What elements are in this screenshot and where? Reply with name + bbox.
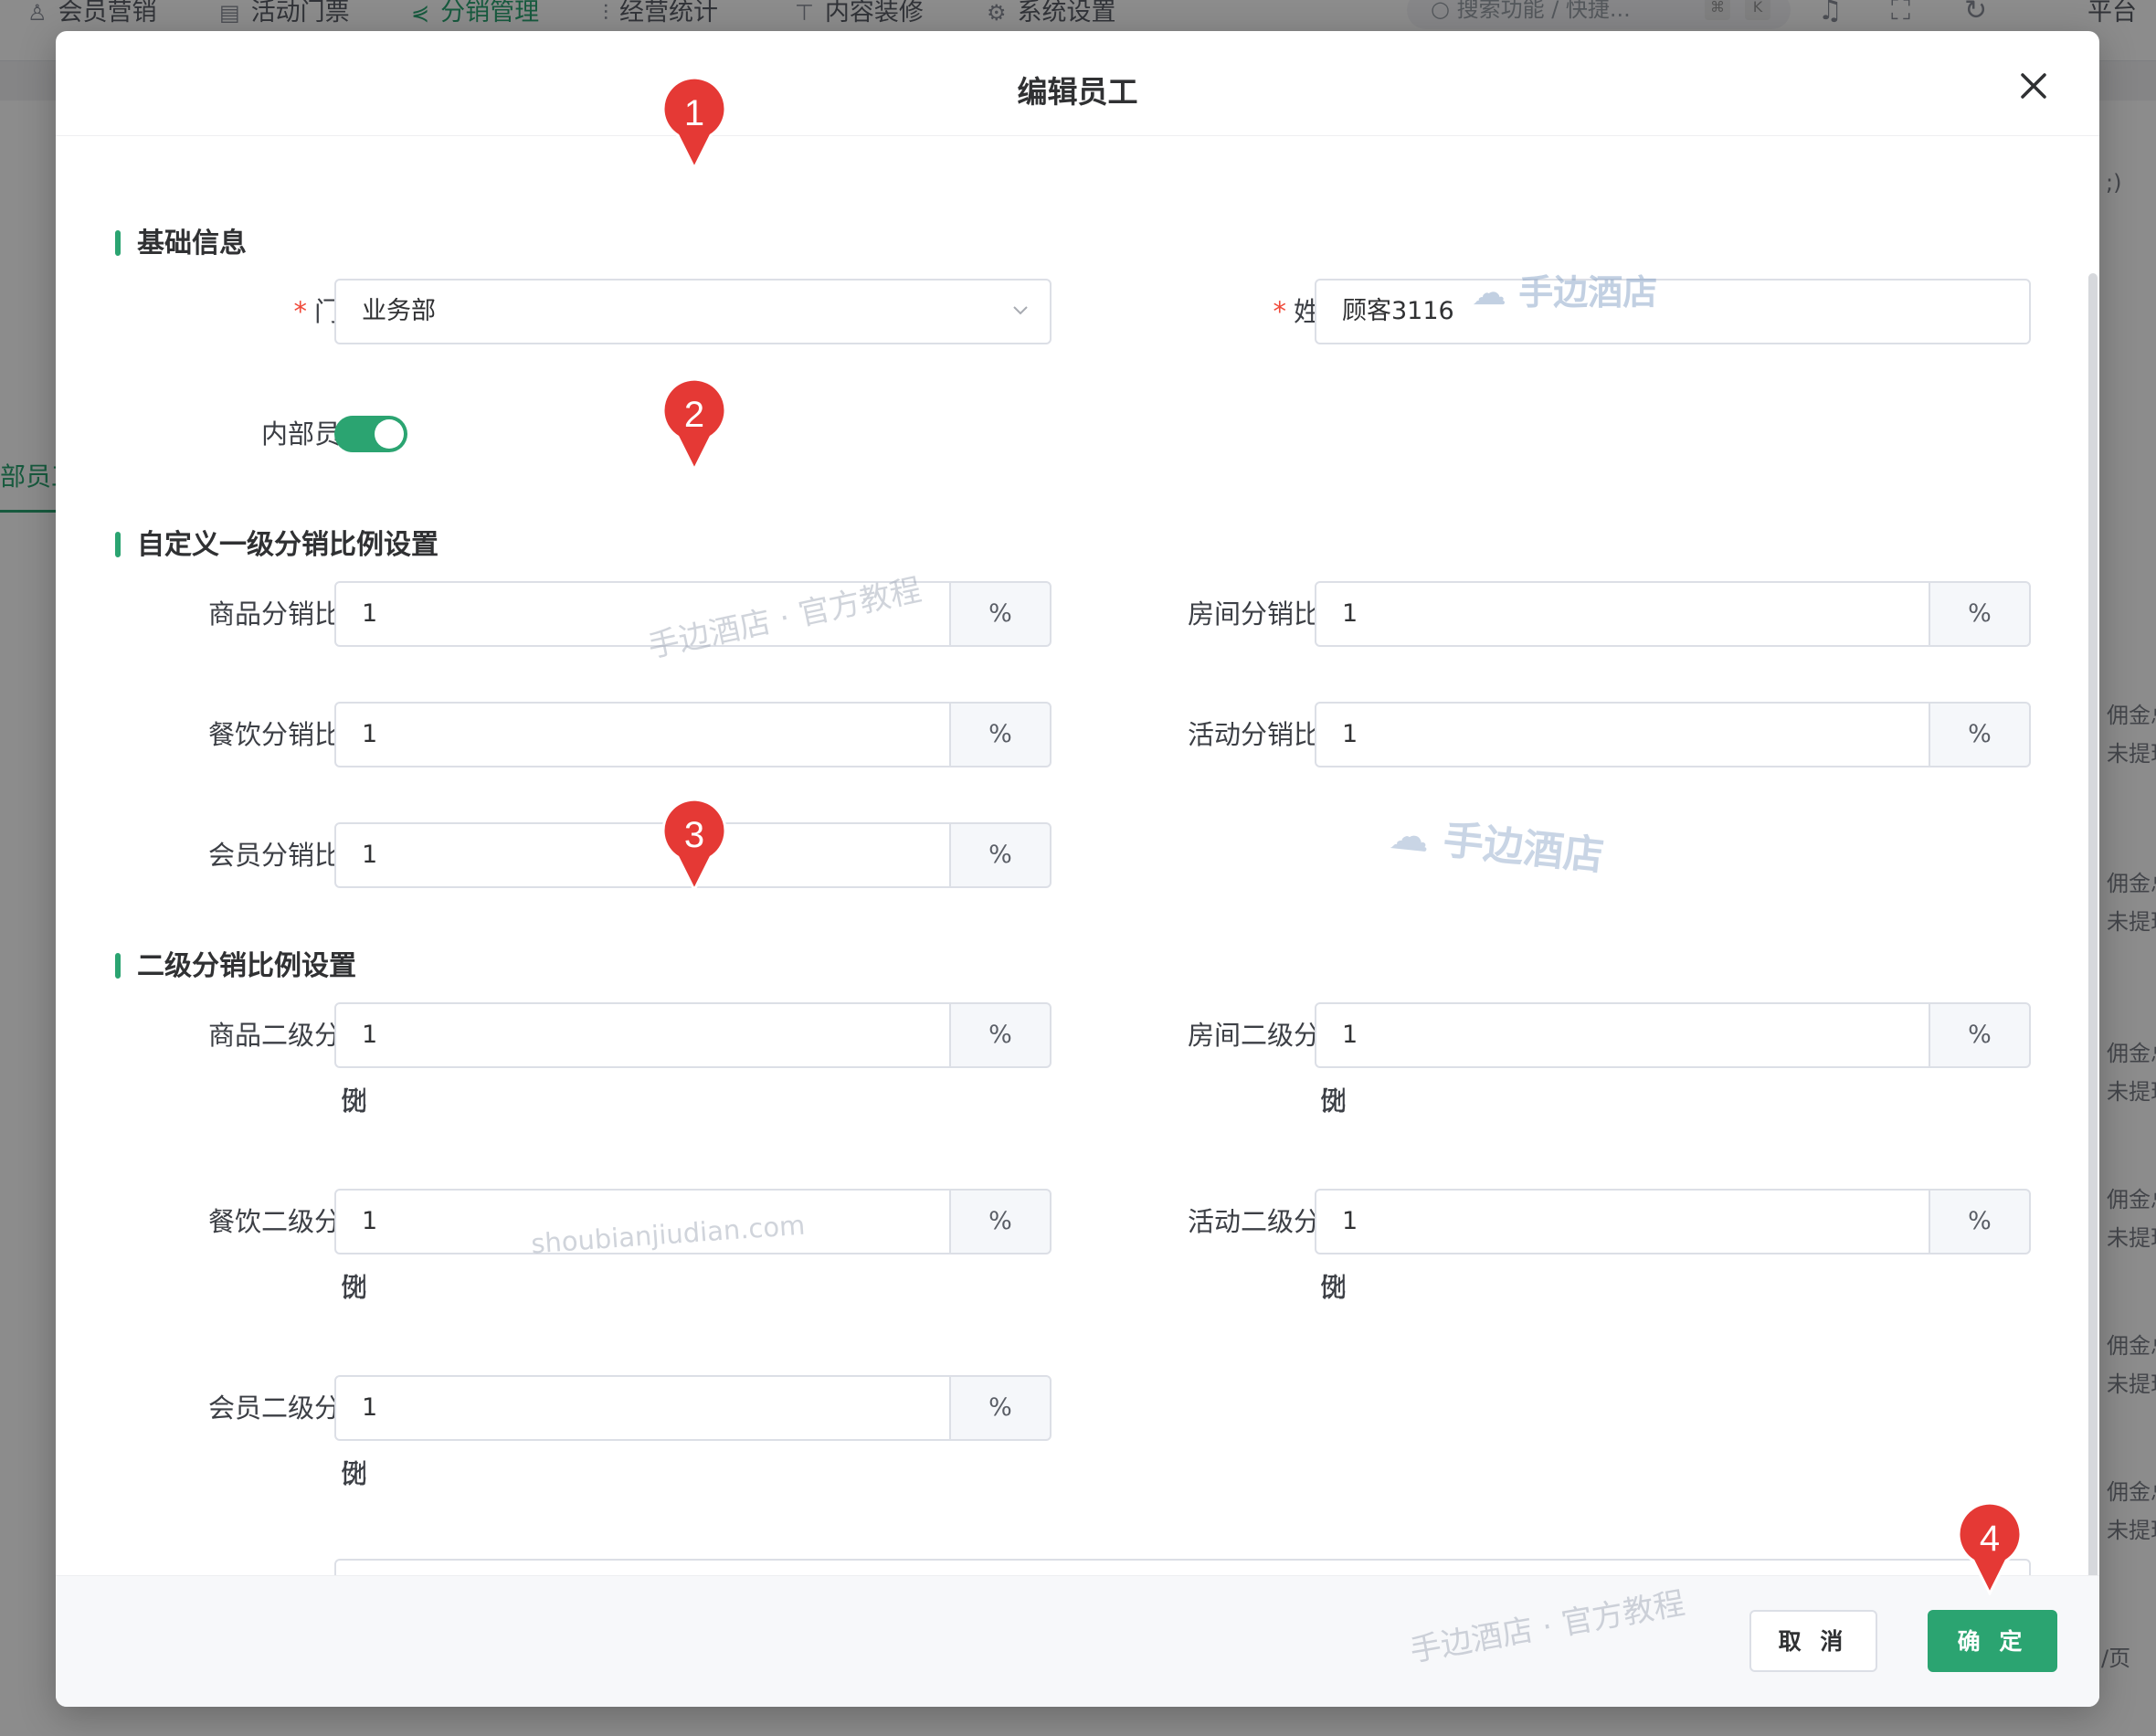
name-input-value: 顾客3116 xyxy=(1342,297,1454,325)
section-level1-ratio: 自定义一级分销比例设置 xyxy=(115,522,439,562)
step-marker-1: 1 xyxy=(661,79,727,170)
room-l2-ratio-input[interactable]: 1 xyxy=(1315,1002,1930,1068)
percent-suffix: % xyxy=(1930,581,2031,647)
product-l2-ratio-input[interactable]: 1 xyxy=(334,1002,951,1068)
internal-staff-toggle[interactable] xyxy=(334,416,407,452)
remark-value: 1 xyxy=(362,1568,377,1575)
section-basic-info: 基础信息 xyxy=(115,220,247,260)
percent-suffix: % xyxy=(951,1002,1052,1068)
input-value: 1 xyxy=(362,1393,378,1422)
chevron-down-icon xyxy=(1013,306,1028,315)
input-value: 1 xyxy=(1342,1021,1358,1049)
input-value: 1 xyxy=(1342,720,1358,748)
member-l2-ratio-label-cont: 例 xyxy=(340,1458,367,1489)
cloud-logo-icon: ☁ xyxy=(1472,272,1519,312)
percent-suffix: % xyxy=(1930,1189,2031,1254)
input-value: 1 xyxy=(362,1207,378,1235)
watermark-brand: ☁ 手边酒店 xyxy=(1387,810,1606,881)
dialog-body: 基础信息 *门店 业务部 *姓名 顾客3116 内部员工 自定义一级分销比例设置… xyxy=(56,136,2099,1575)
section-accent-bar xyxy=(115,532,121,557)
dining-l2-ratio-label-cont: 例 xyxy=(340,1272,367,1303)
edit-staff-dialog: 编辑员工 基础信息 *门店 业务部 *姓名 顾客3116 内部员工 自定义一级分… xyxy=(56,31,2099,1707)
watermark-brand: ☁ 手边酒店 xyxy=(1472,272,1658,312)
step-marker-number: 4 xyxy=(1980,1519,2000,1559)
member-l2-ratio-input[interactable]: 1 xyxy=(334,1375,951,1441)
confirm-button[interactable]: 确 定 xyxy=(1928,1610,2057,1672)
percent-suffix: % xyxy=(951,702,1052,767)
section-level2-ratio: 二级分销比例设置 xyxy=(115,943,356,983)
input-value: 1 xyxy=(362,599,378,628)
required-asterisk: * xyxy=(1273,296,1286,327)
product-l2-ratio-label-cont: 例 xyxy=(340,1085,367,1117)
remark-textarea[interactable]: 1 xyxy=(334,1559,2031,1575)
room-l2-ratio-label-cont: 例 xyxy=(1319,1085,1347,1117)
activity-ratio-input[interactable]: 1 xyxy=(1315,702,1930,767)
step-marker-number: 3 xyxy=(684,815,704,855)
step-marker-number: 1 xyxy=(684,93,704,133)
dialog-scrollbar[interactable] xyxy=(2088,273,2098,1575)
dialog-header: 编辑员工 xyxy=(56,31,2099,136)
dining-ratio-input[interactable]: 1 xyxy=(334,702,951,767)
section-accent-bar xyxy=(115,230,121,256)
input-value: 1 xyxy=(1342,599,1358,628)
cancel-button[interactable]: 取 消 xyxy=(1749,1610,1877,1672)
cloud-logo-icon: ☁ xyxy=(1387,810,1446,863)
percent-suffix: % xyxy=(951,1189,1052,1254)
percent-suffix: % xyxy=(951,1375,1052,1441)
member-ratio-input[interactable]: 1 xyxy=(334,822,951,888)
step-marker-number: 2 xyxy=(684,395,704,435)
dialog-footer: 手边酒店 · 官方教程 取 消 确 定 xyxy=(56,1575,2099,1707)
section-accent-bar xyxy=(115,953,121,979)
step-marker-2: 2 xyxy=(661,380,727,471)
close-icon[interactable] xyxy=(2015,68,2052,104)
watermark-tutorial: 手边酒店 · 官方教程 xyxy=(1407,1584,1688,1670)
required-asterisk: * xyxy=(293,296,307,327)
input-value: 1 xyxy=(362,841,378,869)
input-value: 1 xyxy=(362,1021,378,1049)
name-input[interactable]: 顾客3116 xyxy=(1315,279,2031,344)
input-value: 1 xyxy=(362,720,378,748)
activity-l2-ratio-input[interactable]: 1 xyxy=(1315,1189,1930,1254)
step-marker-3: 3 xyxy=(661,800,727,892)
store-select-value: 业务部 xyxy=(362,297,436,325)
step-marker-4: 4 xyxy=(1957,1504,2023,1595)
input-value: 1 xyxy=(1342,1207,1358,1235)
percent-suffix: % xyxy=(951,581,1052,647)
activity-l2-ratio-label-cont: 例 xyxy=(1319,1272,1347,1303)
percent-suffix: % xyxy=(1930,1002,2031,1068)
store-select[interactable]: 业务部 xyxy=(334,279,1052,344)
toggle-knob xyxy=(375,419,404,449)
watermark-tutorial: 手边酒店 · 官方教程 xyxy=(644,571,925,666)
percent-suffix: % xyxy=(1930,702,2031,767)
room-ratio-input[interactable]: 1 xyxy=(1315,581,1930,647)
dialog-title: 编辑员工 xyxy=(1017,74,1138,110)
percent-suffix: % xyxy=(951,822,1052,888)
